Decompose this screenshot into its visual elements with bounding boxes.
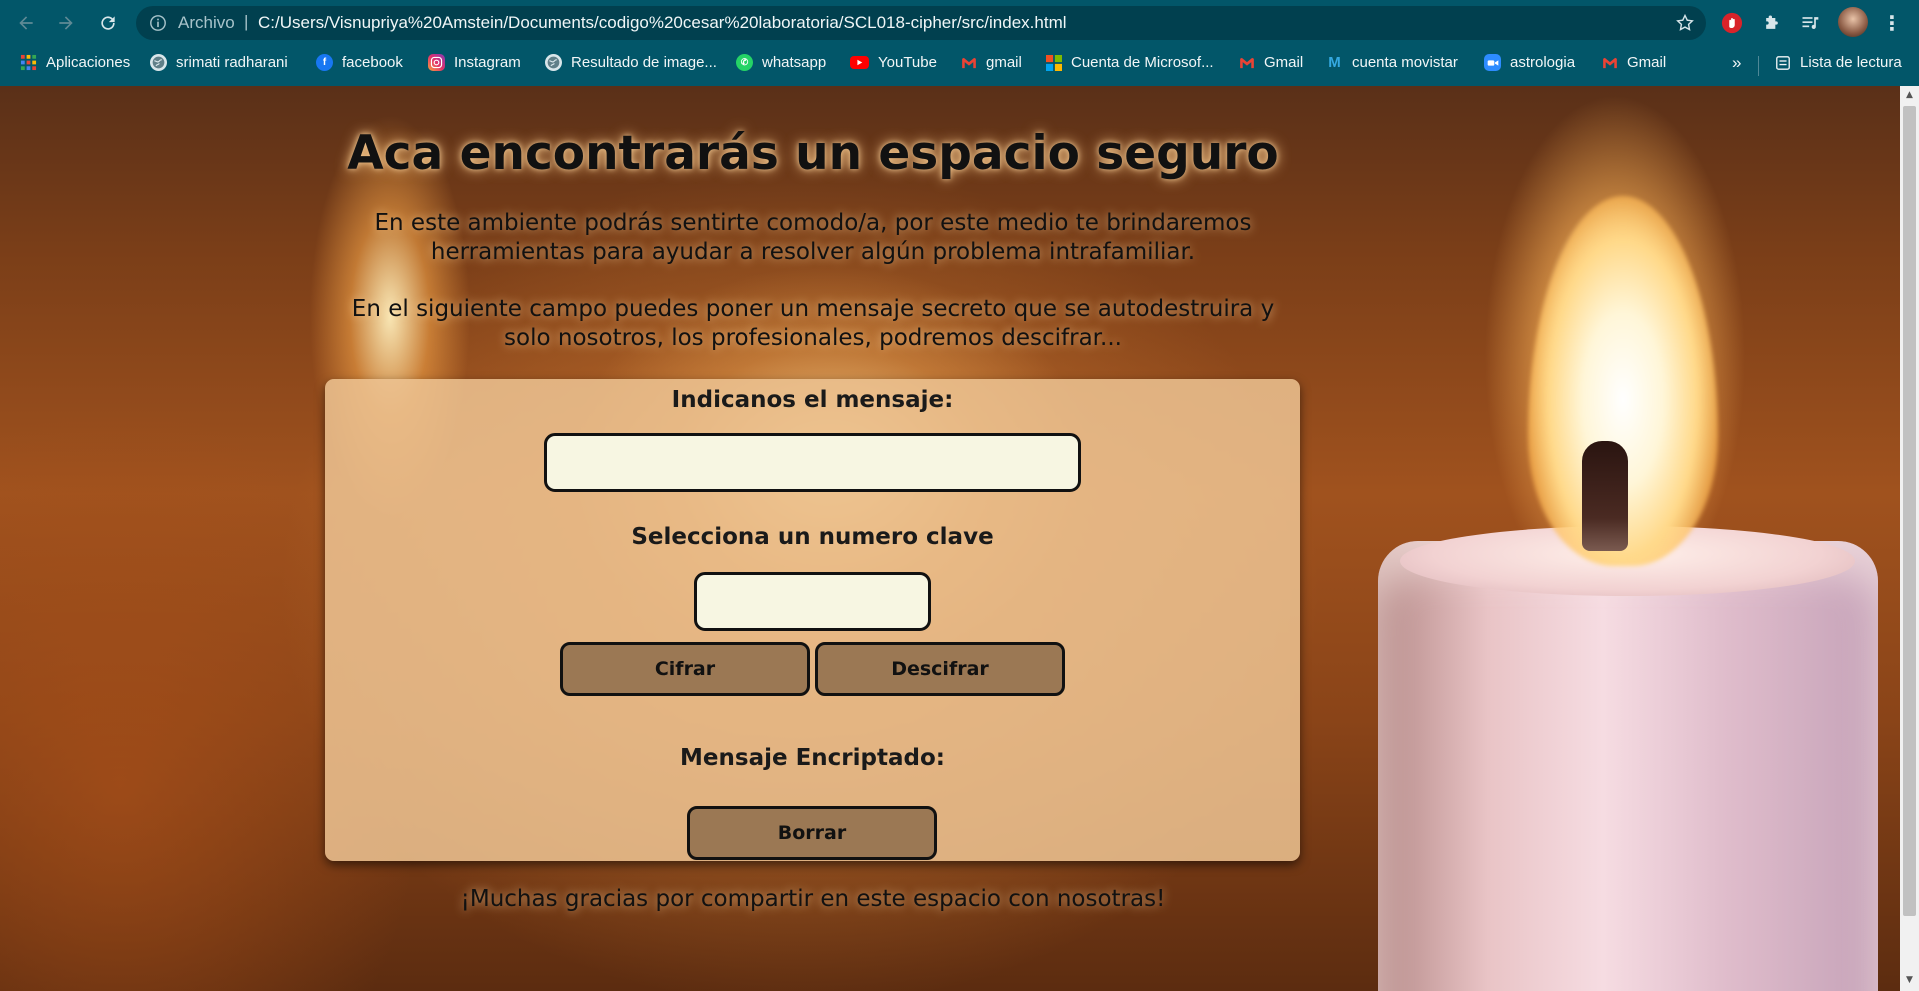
vertical-scrollbar[interactable]: ▲ ▼	[1900, 86, 1919, 991]
bookmark-srimati[interactable]: srimati radharani	[150, 54, 288, 71]
candle-wick-image	[1582, 441, 1628, 551]
encrypted-message-label: Mensaje Encriptado:	[680, 745, 945, 771]
forward-icon[interactable]	[52, 9, 80, 37]
candle-background-image	[1378, 541, 1878, 991]
bookmarks-bar: Aplicaciones srimati radharani f faceboo…	[0, 46, 1919, 84]
cipher-form-card: Indicanos el mensaje: Selecciona un nume…	[325, 379, 1300, 861]
extension-hand-icon[interactable]	[1720, 11, 1744, 35]
bookmark-label: Instagram	[454, 54, 521, 71]
gmail-icon	[960, 54, 977, 71]
bookmark-label: whatsapp	[762, 54, 827, 71]
bookmark-instagram[interactable]: Instagram	[428, 54, 521, 71]
bookmark-microsoft[interactable]: Cuenta de Microsof...	[1045, 54, 1214, 71]
decipher-button[interactable]: Descifrar	[815, 642, 1065, 696]
gmail-icon	[1601, 54, 1618, 71]
instructions-paragraph: En el siguiente campo puedes poner un me…	[351, 296, 1275, 351]
reload-icon[interactable]	[94, 9, 122, 37]
bookmark-label: astrologia	[1510, 54, 1576, 71]
youtube-icon	[850, 56, 869, 69]
bookmark-youtube[interactable]: YouTube	[850, 54, 937, 71]
page-title: Aca encontrarás un espacio seguro	[347, 126, 1279, 181]
globe-icon	[545, 54, 562, 71]
info-icon[interactable]	[148, 13, 168, 33]
bookmark-label: Resultado de image...	[571, 54, 717, 71]
profile-avatar[interactable]	[1838, 7, 1868, 37]
bookmark-aplicaciones[interactable]: Aplicaciones	[20, 54, 130, 71]
bookmark-label: srimati radharani	[176, 54, 288, 71]
browser-toolbar: Archivo | C:/Users/Visnupriya%20Amstein/…	[0, 0, 1919, 46]
back-icon[interactable]	[12, 9, 40, 37]
bookmark-label: facebook	[342, 54, 403, 71]
globe-icon	[150, 54, 167, 71]
facebook-icon: f	[316, 54, 333, 71]
bookmark-gmail-2[interactable]: Gmail	[1238, 54, 1303, 71]
zoom-icon	[1484, 54, 1501, 71]
page-viewport: Aca encontrarás un espacio seguro En est…	[0, 86, 1900, 991]
footer-thanks: ¡Muchas gracias por compartir en este es…	[460, 886, 1166, 912]
bookmark-facebook[interactable]: f facebook	[316, 54, 403, 71]
bookmark-label: Aplicaciones	[46, 54, 131, 71]
bookmark-gmail-3[interactable]: Gmail	[1601, 54, 1666, 71]
bookmark-label: gmail	[986, 54, 1022, 71]
key-number-input[interactable]	[694, 572, 931, 631]
reading-list-label: Lista de lectura	[1800, 54, 1902, 71]
bookmark-movistar[interactable]: M cuenta movistar	[1326, 54, 1458, 71]
bookmark-resultado-imagen[interactable]: Resultado de image...	[545, 54, 717, 71]
menu-kebab-icon[interactable]: ⋮	[1880, 11, 1904, 35]
microsoft-icon	[1045, 54, 1062, 71]
bookmark-label: Cuenta de Microsof...	[1071, 54, 1214, 71]
movistar-icon: M	[1328, 54, 1341, 71]
media-queue-icon[interactable]	[1798, 11, 1822, 35]
extensions-puzzle-icon[interactable]	[1760, 11, 1784, 35]
bookmark-astrologia[interactable]: astrologia	[1484, 54, 1575, 71]
message-label: Indicanos el mensaje:	[671, 387, 954, 413]
browser-chrome: Archivo | C:/Users/Visnupriya%20Amstein/…	[0, 0, 1919, 86]
scrollbar-thumb[interactable]	[1903, 106, 1916, 916]
bookmark-label: Gmail	[1264, 54, 1304, 71]
message-input[interactable]	[544, 433, 1081, 492]
cipher-button[interactable]: Cifrar	[560, 642, 810, 696]
url-text[interactable]: C:/Users/Visnupriya%20Amstein/Documents/…	[258, 13, 1067, 33]
apps-grid-icon	[20, 54, 37, 71]
more-bookmarks-button[interactable]: »	[1732, 53, 1741, 73]
key-label: Selecciona un numero clave	[631, 524, 994, 550]
address-bar[interactable]: Archivo | C:/Users/Visnupriya%20Amstein/…	[136, 6, 1706, 40]
whatsapp-icon: ✆	[736, 54, 753, 71]
reading-list-icon	[1774, 54, 1791, 71]
intro-paragraph: En este ambiente podrás sentirte comodo/…	[374, 210, 1252, 265]
bookmark-label: YouTube	[878, 54, 937, 71]
bookmark-label: Gmail	[1627, 54, 1667, 71]
bookmarks-divider	[1758, 56, 1759, 76]
url-separator: |	[244, 12, 249, 31]
scroll-down-arrow-icon[interactable]: ▼	[1900, 975, 1919, 987]
gmail-icon	[1238, 54, 1255, 71]
bookmark-star-icon[interactable]	[1674, 12, 1696, 34]
instagram-icon	[428, 54, 445, 71]
scroll-up-arrow-icon[interactable]: ▲	[1900, 90, 1919, 102]
reading-list-button[interactable]: Lista de lectura	[1774, 54, 1902, 71]
bookmark-gmail[interactable]: gmail	[960, 54, 1022, 71]
url-scheme-label: Archivo	[178, 13, 235, 32]
bookmark-label: cuenta movistar	[1352, 54, 1458, 71]
clear-button[interactable]: Borrar	[687, 806, 937, 860]
bookmark-whatsapp[interactable]: ✆ whatsapp	[736, 54, 826, 71]
